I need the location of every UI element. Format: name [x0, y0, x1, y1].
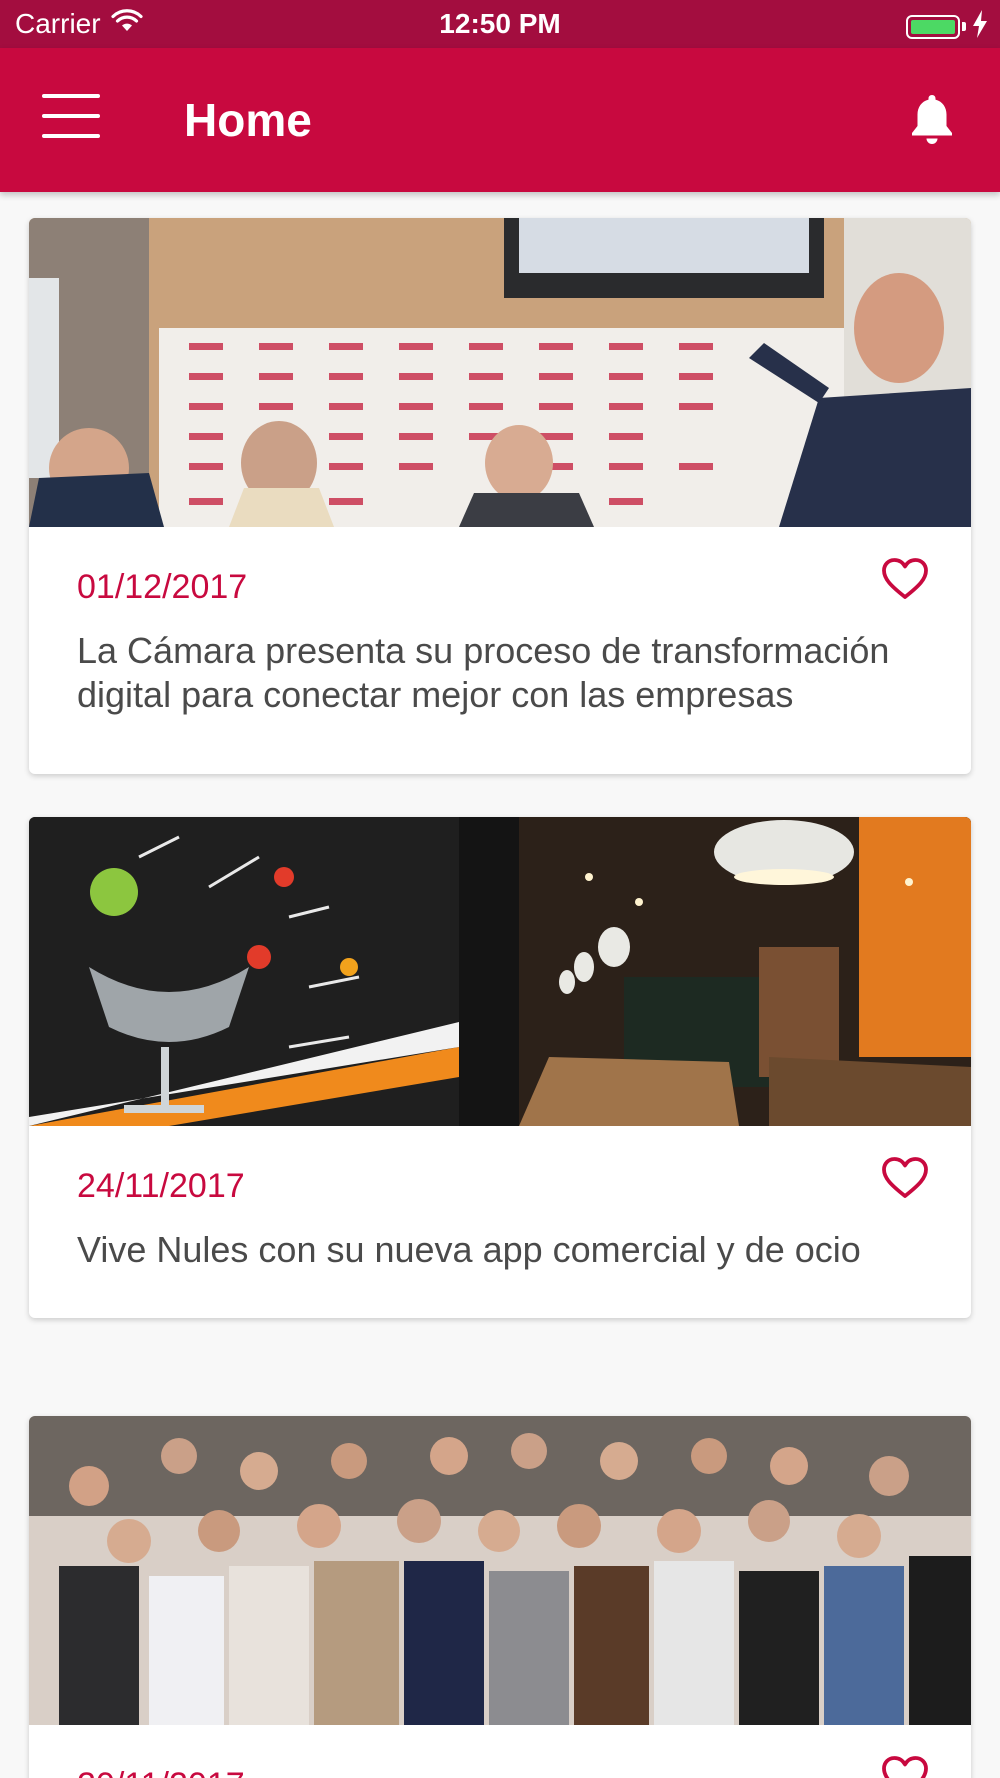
news-card[interactable]: 24/11/2017 Vive Nules con su nueva app c…: [29, 817, 971, 1318]
news-date: 20/11/2017: [77, 1765, 245, 1778]
battery-level-fill: [911, 19, 955, 34]
news-card[interactable]: 01/12/2017 La Cámara presenta su proceso…: [29, 218, 971, 774]
battery-tip: [962, 22, 966, 31]
app-bar: Home: [0, 48, 1000, 192]
status-time: 12:50 PM: [439, 8, 561, 39]
news-card[interactable]: 20/11/2017: [29, 1416, 971, 1778]
news-date: 01/12/2017: [77, 568, 248, 606]
battery-indicator: [906, 10, 988, 43]
heart-outline-icon[interactable]: [881, 557, 929, 601]
heart-outline-icon[interactable]: [881, 1156, 929, 1200]
heart-outline-icon[interactable]: [881, 1755, 929, 1778]
news-feed[interactable]: 01/12/2017 La Cámara presenta su proceso…: [0, 192, 1000, 1778]
news-photo-group: [29, 1416, 971, 1725]
status-bar: Carrier 12:50 PM: [0, 0, 1000, 48]
battery-icon: [906, 14, 960, 39]
hamburger-menu-icon[interactable]: [42, 94, 100, 140]
news-title: Vive Nules con su nueva app comercial y …: [77, 1229, 861, 1270]
news-title: La Cámara presenta su proceso de transfo…: [77, 630, 890, 715]
bell-icon[interactable]: [908, 92, 956, 148]
page-title: Home: [184, 94, 312, 146]
charging-bolt-icon: [972, 10, 988, 43]
news-photo-bar-interior: [29, 817, 971, 1126]
news-date: 24/11/2017: [77, 1167, 245, 1205]
news-photo-press-conference: [29, 218, 971, 527]
